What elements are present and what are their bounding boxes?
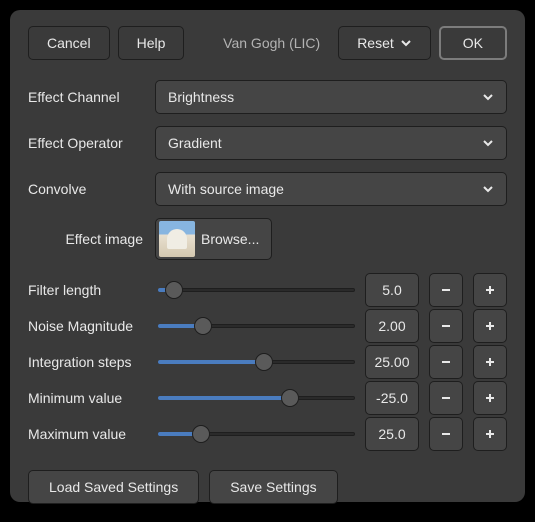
slider-row: Minimum value -25.0	[28, 380, 507, 416]
browse-label: Browse...	[201, 231, 259, 247]
plus-icon	[483, 319, 497, 333]
select-value: Gradient	[168, 135, 482, 151]
slider-handle[interactable]	[194, 317, 212, 335]
effect-channel-select[interactable]: Brightness	[155, 80, 507, 114]
plus-icon	[483, 427, 497, 441]
footer: Load Saved Settings Save Settings	[28, 470, 507, 504]
slider-value-input[interactable]: 2.00	[365, 309, 419, 343]
slider-track[interactable]	[158, 388, 355, 408]
ok-button[interactable]: OK	[439, 26, 507, 60]
chevron-down-icon	[482, 183, 494, 195]
dialog: Cancel Help Van Gogh (LIC) Reset OK Effe…	[10, 10, 525, 502]
dialog-title: Van Gogh (LIC)	[213, 35, 330, 51]
plus-icon	[483, 283, 497, 297]
slider-handle[interactable]	[165, 281, 183, 299]
chevron-down-icon	[482, 91, 494, 103]
slider-label: Maximum value	[28, 426, 148, 442]
increment-button[interactable]	[473, 273, 507, 307]
slider-label: Filter length	[28, 282, 148, 298]
minus-icon	[439, 391, 453, 405]
effect-image-thumbnail	[159, 221, 195, 257]
effect-operator-select[interactable]: Gradient	[155, 126, 507, 160]
slider-handle[interactable]	[281, 389, 299, 407]
convolve-select[interactable]: With source image	[155, 172, 507, 206]
slider-label: Noise Magnitude	[28, 318, 148, 334]
slider-handle[interactable]	[255, 353, 273, 371]
slider-track[interactable]	[158, 316, 355, 336]
slider-value-input[interactable]: 5.0	[365, 273, 419, 307]
decrement-button[interactable]	[429, 381, 463, 415]
slider-row: Noise Magnitude 2.00	[28, 308, 507, 344]
minus-icon	[439, 355, 453, 369]
minus-icon	[439, 427, 453, 441]
select-value: Brightness	[168, 89, 482, 105]
effect-image-browse[interactable]: Browse...	[155, 218, 272, 260]
decrement-button[interactable]	[429, 309, 463, 343]
slider-value-input[interactable]: -25.0	[365, 381, 419, 415]
slider-row: Integration steps 25.00	[28, 344, 507, 380]
increment-button[interactable]	[473, 309, 507, 343]
effect-channel-label: Effect Channel	[28, 89, 143, 105]
decrement-button[interactable]	[429, 273, 463, 307]
select-value: With source image	[168, 181, 482, 197]
increment-button[interactable]	[473, 417, 507, 451]
reset-button[interactable]: Reset	[338, 26, 431, 60]
slider-handle[interactable]	[192, 425, 210, 443]
slider-track[interactable]	[158, 424, 355, 444]
cancel-button[interactable]: Cancel	[28, 26, 110, 60]
effect-image-label: Effect image	[28, 231, 143, 247]
plus-icon	[483, 391, 497, 405]
slider-value-input[interactable]: 25.0	[365, 417, 419, 451]
effect-operator-label: Effect Operator	[28, 135, 143, 151]
increment-button[interactable]	[473, 345, 507, 379]
slider-value-input[interactable]: 25.00	[365, 345, 419, 379]
increment-button[interactable]	[473, 381, 507, 415]
minus-icon	[439, 319, 453, 333]
chevron-down-icon	[482, 137, 494, 149]
load-settings-button[interactable]: Load Saved Settings	[28, 470, 199, 504]
slider-track[interactable]	[158, 352, 355, 372]
slider-label: Minimum value	[28, 390, 148, 406]
convolve-label: Convolve	[28, 181, 143, 197]
save-settings-button[interactable]: Save Settings	[209, 470, 337, 504]
plus-icon	[483, 355, 497, 369]
slider-label: Integration steps	[28, 354, 148, 370]
reset-label: Reset	[357, 35, 394, 51]
chevron-down-icon	[400, 37, 412, 49]
slider-row: Filter length 5.0	[28, 272, 507, 308]
decrement-button[interactable]	[429, 345, 463, 379]
slider-track[interactable]	[158, 280, 355, 300]
decrement-button[interactable]	[429, 417, 463, 451]
minus-icon	[439, 283, 453, 297]
help-button[interactable]: Help	[118, 26, 185, 60]
slider-row: Maximum value 25.0	[28, 416, 507, 452]
header: Cancel Help Van Gogh (LIC) Reset OK	[28, 26, 507, 60]
